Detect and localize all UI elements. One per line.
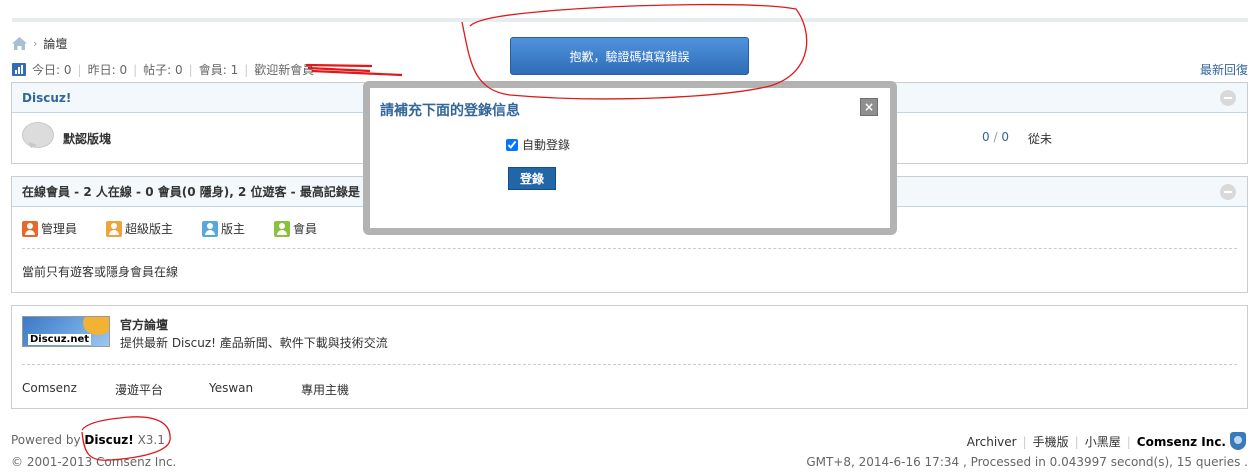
logo-text: Discuz.net	[28, 334, 92, 345]
stat-today-label: 今日:	[32, 63, 61, 77]
annotation-scribble-member	[305, 63, 403, 77]
legend-member: 會員	[274, 220, 317, 237]
forum-counts: 0 / 0	[982, 130, 1009, 144]
powered-by-label: Powered by	[11, 433, 81, 447]
moderator-user-icon	[202, 220, 218, 237]
dashed-divider	[22, 248, 1237, 249]
auto-login-checkbox[interactable]	[506, 138, 518, 151]
link-hosting[interactable]: 專用主機	[301, 381, 349, 398]
stat-members-label: 會員:	[198, 63, 227, 77]
close-icon[interactable]: ×	[860, 98, 878, 116]
login-dialog: 請補充下面的登錄信息 × 自動登錄 登錄	[370, 88, 890, 228]
logo-splash-icon	[83, 317, 109, 335]
stat-yesterday-value: 0	[119, 62, 128, 77]
legend-super-moderator: 超級版主	[106, 220, 173, 237]
forum-post-count: 0	[1001, 130, 1009, 144]
stat-members-value: 1	[230, 62, 239, 77]
archiver-link[interactable]: Archiver	[967, 435, 1017, 449]
error-toast-message: 抱歉，驗證碼填寫錯誤	[569, 49, 690, 64]
copyright: © 2001-2013 Comsenz Inc.	[11, 455, 177, 469]
legend-super-moderator-label: 超級版主	[125, 222, 174, 236]
collapse-icon[interactable]	[1220, 90, 1236, 106]
mobile-link[interactable]: 手機版	[1033, 433, 1069, 450]
auto-login-label: 自動登錄	[522, 138, 571, 152]
category-title[interactable]: Discuz!	[22, 91, 71, 105]
links-card: Discuz.net 官方論壇 提供最新 Discuz! 產品新聞、軟件下載與技…	[11, 305, 1248, 409]
forum-name[interactable]: 默認版塊	[63, 130, 111, 147]
discuz-net-logo[interactable]: Discuz.net	[22, 316, 110, 347]
stats-chart-icon	[12, 63, 26, 76]
admin-user-icon	[22, 220, 38, 237]
forum-stats: 今日: 0 | 昨日: 0 | 帖子: 0 | 會員: 1 | 歡迎新會員	[12, 61, 314, 78]
online-message: 當前只有遊客或隱身會員在線	[22, 265, 179, 279]
discuz-version: X3.1	[137, 433, 165, 447]
super-moderator-user-icon	[106, 220, 122, 237]
stat-today-value: 0	[63, 62, 72, 77]
legend-admin: 管理員	[22, 220, 77, 237]
breadcrumb-current[interactable]: 論壇	[43, 35, 67, 52]
home-icon[interactable]	[12, 37, 27, 50]
legend-member-label: 會員	[293, 222, 318, 236]
legend-admin-label: 管理員	[41, 222, 78, 236]
breadcrumb-separator: ›	[33, 37, 38, 50]
member-user-icon	[274, 220, 290, 237]
online-header-text[interactable]: 在線會員 - 2 人在線 - 0 會員(0 隱身), 2 位遊客 - 最高記錄是	[22, 183, 360, 200]
stat-posts-value: 0	[175, 62, 183, 77]
server-info: GMT+8, 2014-6-16 17:34 , Processed in 0.…	[806, 455, 1248, 469]
error-toast: 抱歉，驗證碼填寫錯誤	[510, 37, 749, 75]
powered-by: Powered by Discuz! X3.1	[11, 433, 165, 447]
official-forum-title[interactable]: 官方論壇	[120, 316, 168, 333]
login-dialog-title: 請補充下面的登錄信息	[380, 103, 520, 119]
stat-yesterday-label: 昨日:	[87, 63, 116, 77]
blackroom-link[interactable]: 小黑屋	[1085, 433, 1121, 450]
footer-links: Archiver | 手機版 | 小黑屋 | Comsenz Inc.	[966, 433, 1226, 450]
official-forum-desc: 提供最新 Discuz! 產品新聞、軟件下載與技術交流	[120, 336, 388, 350]
stat-welcome-new-member: 歡迎新會員	[254, 63, 315, 77]
collapse-icon[interactable]	[1220, 184, 1236, 200]
top-divider	[12, 18, 1248, 22]
forum-bubble-icon	[22, 122, 54, 148]
forum-count-separator: /	[993, 130, 998, 144]
breadcrumb: › 論壇	[12, 35, 67, 52]
link-comsenz[interactable]: Comsenz	[22, 381, 77, 395]
legend-moderator: 版主	[202, 220, 245, 237]
login-button[interactable]: 登錄	[508, 167, 556, 190]
link-yeswan[interactable]: Yeswan	[209, 381, 253, 395]
comsenz-company-link[interactable]: Comsenz Inc.	[1137, 435, 1226, 449]
dashed-divider	[22, 364, 1237, 365]
auto-login-option[interactable]: 自動登錄	[506, 136, 570, 153]
forum-last-post: 從未	[1028, 132, 1053, 146]
forum-thread-count: 0	[982, 130, 990, 144]
discuz-brand-link[interactable]: Discuz!	[84, 433, 133, 447]
security-shield-icon[interactable]	[1230, 432, 1246, 450]
latest-replies-link[interactable]: 最新回復	[1200, 61, 1248, 78]
legend-moderator-label: 版主	[221, 222, 246, 236]
link-manyou[interactable]: 漫遊平台	[115, 381, 163, 398]
stat-posts-label: 帖子:	[143, 63, 172, 77]
